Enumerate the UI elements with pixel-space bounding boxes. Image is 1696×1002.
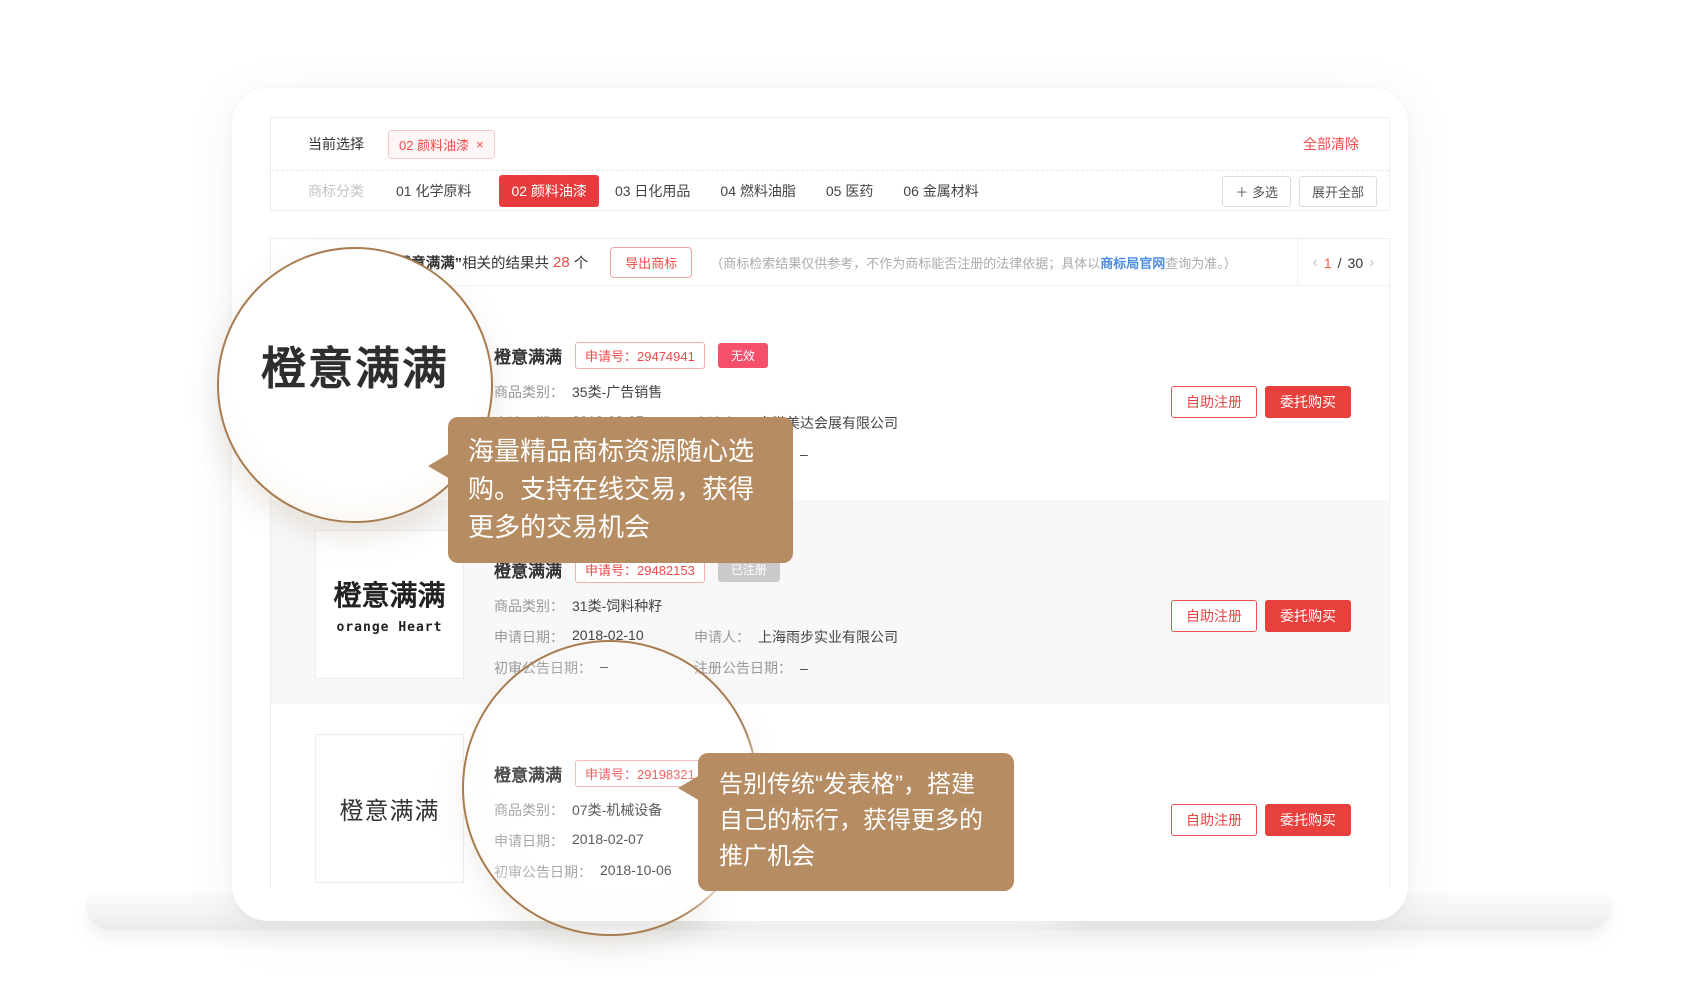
callout-tooltip: 告别传统“发表格”，搭建 自己的标行，获得更多的 推广机会 bbox=[698, 753, 1014, 891]
application-number-tag: 申请号：29474941 bbox=[575, 342, 705, 369]
row-actions: 自助注册 委托购买 bbox=[1171, 600, 1351, 632]
summary-mid: 相关的结果共 bbox=[462, 252, 549, 273]
field-label: 注册公告日期： bbox=[694, 660, 792, 676]
category-tab-01[interactable]: 01 化学原料 bbox=[394, 175, 473, 207]
tooltip-line: 海量精品商标资源随心选 bbox=[468, 432, 773, 470]
tooltip-line: 自己的标行，获得更多的 bbox=[719, 803, 993, 839]
field-value: 上海雨步实业有限公司 bbox=[758, 629, 898, 645]
prev-page-icon[interactable]: ‹ bbox=[1313, 254, 1318, 272]
entrust-buy-button[interactable]: 委托购买 bbox=[1265, 600, 1351, 632]
tag-close-icon[interactable]: × bbox=[476, 137, 484, 152]
disclaimer-suffix: 查询为准。） bbox=[1165, 256, 1237, 271]
disclaimer-text: （商标检索结果仅供参考，不作为商标能否注册的法律依据；具体以商标局官网查询为准。… bbox=[710, 253, 1237, 272]
field-value: 31类-饲料种籽 bbox=[572, 596, 662, 616]
field-label: 商品类别： bbox=[494, 596, 564, 616]
tooltip-line: 推广机会 bbox=[719, 839, 993, 875]
row-actions: 自助注册 委托购买 bbox=[1171, 386, 1351, 418]
category-tools: ＋ 多选 展开全部 bbox=[1222, 176, 1377, 207]
self-register-button[interactable]: 自助注册 bbox=[1171, 600, 1257, 632]
category-tab-05[interactable]: 05 医药 bbox=[824, 175, 875, 207]
summary-count: 28 bbox=[553, 254, 570, 271]
current-selection-label: 当前选择 bbox=[308, 134, 364, 154]
expand-all-button[interactable]: 展开全部 bbox=[1299, 176, 1377, 207]
screenshot-stage: 当前选择 02 颜料油漆 × 全部清除 商标分类 01 化学原料 02 颜料油漆… bbox=[0, 0, 1696, 1002]
trademark-office-link[interactable]: 商标局官网 bbox=[1100, 256, 1165, 271]
trademark-image-subtext: orange Heart bbox=[337, 620, 443, 635]
category-tab-02-selected[interactable]: 02 颜料油漆 bbox=[499, 175, 598, 207]
field-label: 申请日期： bbox=[494, 627, 564, 647]
pagination: ‹ 1 / 30 › bbox=[1297, 239, 1389, 286]
trademark-name: 橙意满满 bbox=[494, 343, 562, 368]
category-row-label: 商标分类 bbox=[308, 181, 364, 201]
clear-all-link[interactable]: 全部清除 bbox=[1303, 134, 1359, 154]
trademark-image: 橙意满满 bbox=[315, 734, 464, 883]
category-tab-06[interactable]: 06 金属材料 bbox=[901, 175, 980, 207]
field-value: 35类-广告销售 bbox=[572, 382, 662, 402]
export-trademarks-button[interactable]: 导出商标 bbox=[610, 247, 692, 278]
next-page-icon[interactable]: › bbox=[1369, 254, 1374, 272]
magnified-trademark-text: 橙意满满 bbox=[261, 332, 449, 397]
category-row: 商标分类 01 化学原料 02 颜料油漆 03 日化用品 04 燃料油脂 05 … bbox=[271, 171, 1389, 211]
trademark-image-text: 橙意满满 bbox=[340, 791, 440, 826]
category-tab-04[interactable]: 04 燃料油脂 bbox=[718, 175, 797, 207]
disclaimer-prefix: （商标检索结果仅供参考，不作为商标能否注册的法律依据；具体以 bbox=[710, 256, 1100, 271]
field-value: – bbox=[800, 660, 808, 676]
selected-filter-tag-label: 02 颜料油漆 bbox=[399, 135, 469, 154]
page-separator: / bbox=[1338, 255, 1342, 271]
callout-tooltip: 海量精品商标资源随心选 购。支持在线交易，获得 更多的交易机会 bbox=[448, 417, 793, 563]
table-row: 橙意满满 orange Heart 橙意满满 申请号：29482153 已注册 … bbox=[271, 500, 1389, 704]
tooltip-line: 购。支持在线交易，获得 bbox=[468, 470, 773, 508]
trademark-image: 橙意满满 orange Heart bbox=[315, 530, 464, 679]
current-page: 1 bbox=[1324, 255, 1332, 271]
field-label: 商品类别： bbox=[494, 382, 564, 402]
selected-filter-tag[interactable]: 02 颜料油漆 × bbox=[388, 130, 495, 159]
summary-unit: 个 bbox=[574, 252, 589, 273]
field-label: 申请人： bbox=[694, 629, 750, 645]
entrust-buy-button[interactable]: 委托购买 bbox=[1265, 804, 1351, 836]
row-actions: 自助注册 委托购买 bbox=[1171, 804, 1351, 836]
filter-panel: 当前选择 02 颜料油漆 × 全部清除 商标分类 01 化学原料 02 颜料油漆… bbox=[270, 117, 1390, 211]
entrust-buy-button[interactable]: 委托购买 bbox=[1265, 386, 1351, 418]
self-register-button[interactable]: 自助注册 bbox=[1171, 386, 1257, 418]
status-badge: 无效 bbox=[718, 343, 768, 368]
tooltip-line: 告别传统“发表格”，搭建 bbox=[719, 767, 993, 803]
current-selection-row: 当前选择 02 颜料油漆 × 全部清除 bbox=[271, 118, 1389, 171]
field-value: – bbox=[800, 446, 808, 462]
trademark-image-text: 橙意满满 bbox=[333, 574, 445, 614]
tooltip-line: 更多的交易机会 bbox=[468, 508, 773, 546]
category-tab-03[interactable]: 03 日化用品 bbox=[613, 175, 692, 207]
total-pages: 30 bbox=[1348, 255, 1364, 271]
multi-select-button[interactable]: ＋ 多选 bbox=[1222, 176, 1291, 207]
self-register-button[interactable]: 自助注册 bbox=[1171, 804, 1257, 836]
